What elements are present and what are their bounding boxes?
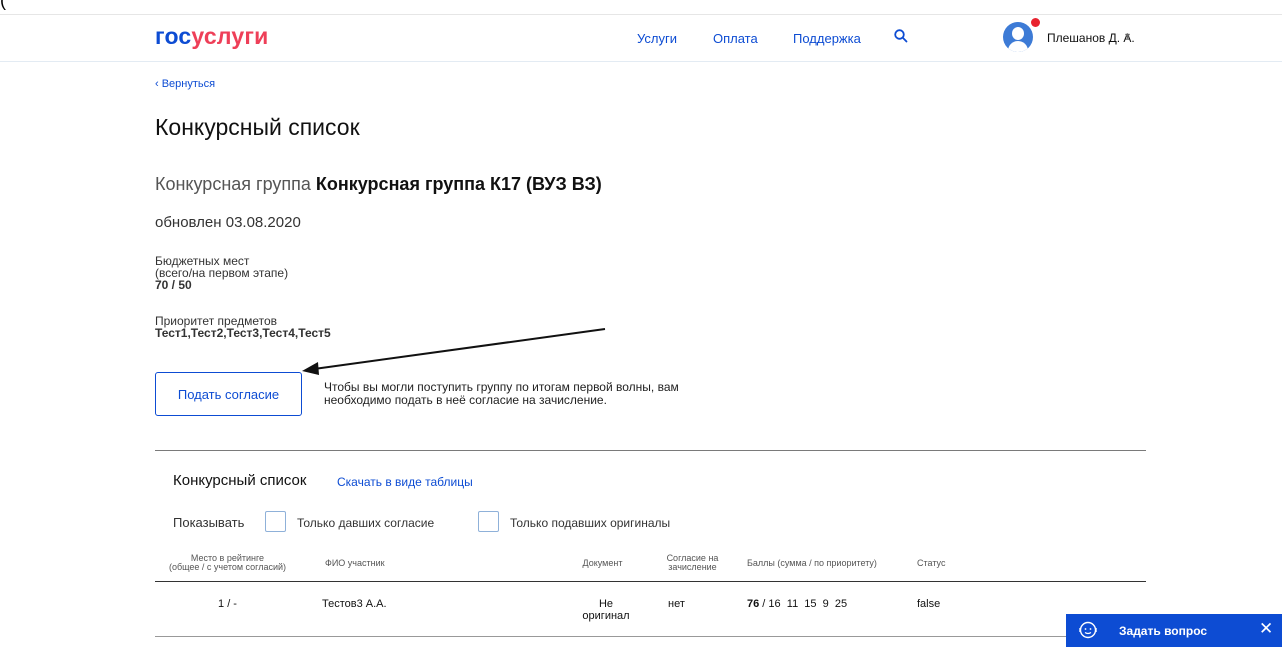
close-icon[interactable]: ✕	[1259, 619, 1273, 639]
user-name[interactable]: Плешанов Д. А.	[1047, 31, 1135, 45]
group-prefix: Конкурсная группа	[155, 174, 311, 194]
back-link[interactable]: ‹ Вернуться	[155, 78, 215, 90]
budget-value: 70 / 50	[155, 278, 192, 292]
column-header-score: Баллы (сумма / по приоритету)	[747, 558, 877, 568]
ask-question-label[interactable]: Задать вопрос	[1119, 624, 1207, 638]
column-header-fio: ФИО участник	[325, 558, 385, 568]
page-title: Конкурсный список	[155, 114, 360, 140]
nav-services-link[interactable]: Услуги	[637, 31, 677, 46]
filter-originals-label[interactable]: Только подавших оригиналы	[510, 516, 670, 530]
updated-date: обновлен 03.08.2020	[155, 214, 301, 231]
chat-bot-icon	[1079, 621, 1097, 639]
row-score-total: 76	[747, 598, 760, 610]
show-label: Показывать	[173, 515, 245, 530]
consent-hint: Чтобы вы могли поступить группу по итога…	[324, 381, 744, 407]
row-rank: 1 / -	[218, 598, 237, 610]
site-header: госуслуги Услуги Оплата Поддержка Плешан…	[0, 14, 1282, 62]
logo-part-gos: гос	[155, 23, 192, 49]
group-name: Конкурсная группа К17 (ВУЗ ВЗ)	[315, 174, 602, 194]
logo-part-uslugi: услуги	[191, 23, 269, 49]
search-icon[interactable]	[893, 28, 909, 44]
top-border	[0, 0, 1282, 15]
row-document-line-1: Не	[598, 598, 614, 610]
row-document: Не оригинал	[570, 598, 642, 622]
rank-header-line-2: (общее / с учетом согласий)	[168, 562, 287, 572]
submit-consent-button[interactable]: Подать согласие	[155, 372, 302, 416]
table-bottom-line	[155, 636, 1205, 637]
priority-value: Тест1,Тест2,Тест3,Тест4,Тест5	[155, 326, 331, 340]
nav-payment-link[interactable]: Оплата	[713, 31, 758, 46]
column-header-rank: Место в рейтинге (общее / с учетом согла…	[155, 554, 300, 572]
filter-consent-checkbox[interactable]	[265, 511, 286, 532]
column-header-status: Статус	[917, 558, 946, 568]
row-document-line-2: оригинал	[582, 610, 630, 622]
section-divider	[155, 450, 1146, 451]
table-header-divider	[155, 581, 1146, 582]
row-consent: нет	[668, 598, 685, 610]
competition-group: Конкурсная группа Конкурсная группа К17 …	[155, 174, 602, 195]
column-header-consent: Согласие на зачисление	[655, 554, 730, 572]
row-score: 76 / 16 11 15 9 25	[747, 598, 847, 610]
avatar-head	[1012, 27, 1024, 40]
notification-dot	[1031, 18, 1040, 27]
download-table-link[interactable]: Скачать в виде таблицы	[337, 475, 473, 489]
column-header-document: Документ	[582, 558, 623, 568]
filter-originals-checkbox[interactable]	[478, 511, 499, 532]
row-fio: Тестов3 А.А.	[322, 598, 387, 610]
chevron-down-icon[interactable]: ▾	[1125, 31, 1130, 42]
avatar-body	[1008, 41, 1028, 52]
hint-line-2: необходимо подать в неё согласие на зачи…	[324, 393, 607, 407]
list-title: Конкурсный список	[173, 472, 307, 489]
consent-header-line-2: зачисление	[668, 562, 717, 572]
ask-question-widget[interactable]: Задать вопрос ✕	[1066, 614, 1282, 647]
nav-support-link[interactable]: Поддержка	[793, 31, 861, 46]
filter-consent-label[interactable]: Только давших согласие	[297, 516, 434, 530]
row-status: false	[917, 598, 941, 610]
gosuslugi-logo[interactable]: госуслуги	[155, 23, 268, 50]
avatar[interactable]	[1003, 22, 1033, 52]
row-score-parts: / 16 11 15 9 25	[759, 598, 848, 610]
